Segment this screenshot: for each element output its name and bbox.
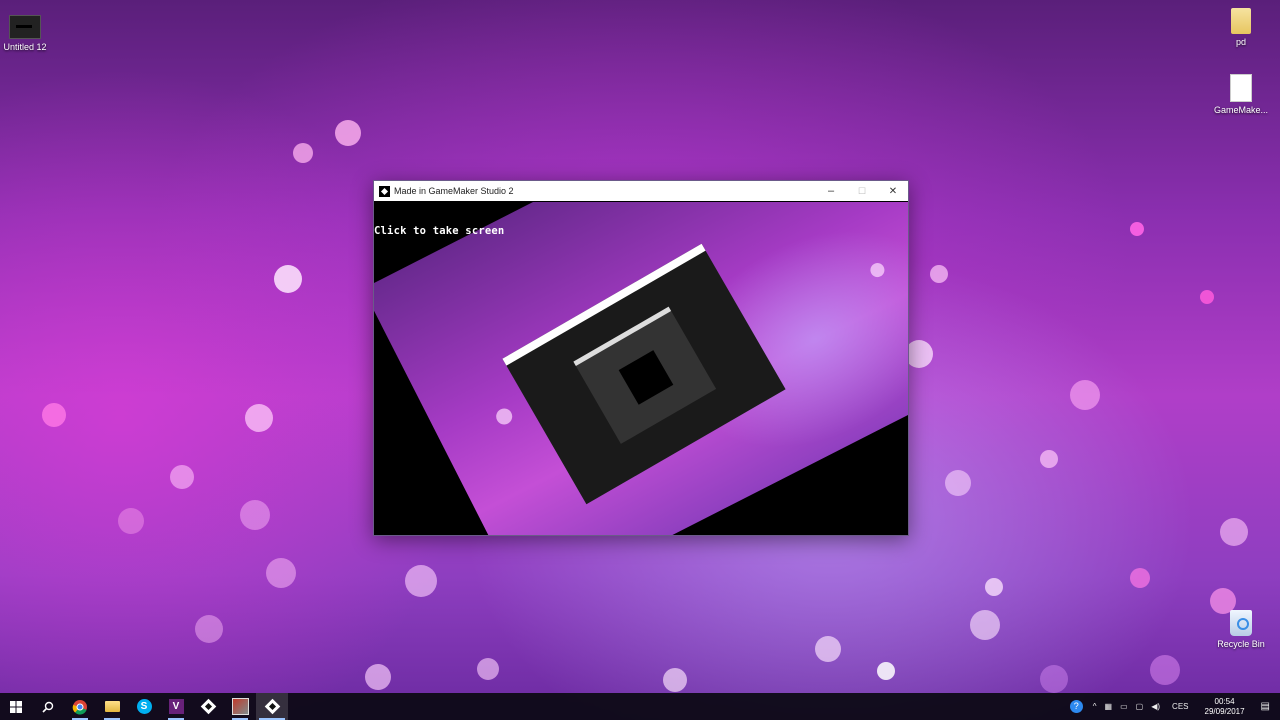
clock-date: 29/09/2017	[1204, 706, 1245, 716]
folder-icon	[1231, 8, 1251, 34]
clock[interactable]: 00:54 29/09/2017	[1197, 697, 1253, 717]
taskbar: S V ? ^ ▦ ▭ ▢ ◀) CES 00:54 29/09/2017 ▤	[0, 693, 1280, 720]
desktop-icon-untitled-12[interactable]: Untitled 12	[0, 15, 53, 52]
close-button[interactable]: ✕	[878, 181, 908, 201]
desktop-icon-label: pd	[1235, 37, 1246, 47]
system-tray: ? ^ ▦ ▭ ▢ ◀) CES 00:54 29/09/2017 ▤	[1069, 693, 1280, 720]
taskbar-gamemaker[interactable]	[192, 693, 224, 720]
document-icon	[1230, 74, 1252, 102]
taskbar-skype[interactable]: S	[128, 693, 160, 720]
desktop-icon-recycle-bin[interactable]: Recycle Bin	[1213, 610, 1269, 649]
clock-time: 00:54	[1214, 696, 1235, 706]
search-icon	[42, 701, 54, 713]
window-titlebar[interactable]: Made in GameMaker Studio 2 – ☐ ✕	[374, 181, 908, 201]
taskbar-image-app[interactable]	[224, 693, 256, 720]
desktop-icon-label: GameMake...	[1213, 105, 1269, 115]
recycle-bin-icon	[1230, 610, 1252, 636]
image-app-icon	[231, 698, 249, 715]
desktop-icon-gamemaker-file[interactable]: GameMake...	[1213, 74, 1269, 115]
gamemaker-window[interactable]: Made in GameMaker Studio 2 – ☐ ✕ Click t…	[373, 180, 909, 536]
taskbar-visual-studio[interactable]: V	[160, 693, 192, 720]
maximize-button[interactable]: ☐	[847, 181, 877, 201]
taskbar-file-explorer[interactable]	[96, 693, 128, 720]
click-to-take-screen-text: Click to take screen	[374, 225, 505, 237]
language-indicator[interactable]: CES	[1164, 702, 1196, 711]
battery-tray-icon[interactable]: ▭	[1116, 702, 1132, 711]
start-button[interactable]	[0, 693, 32, 720]
display-tray-icon[interactable]: ▢	[1132, 702, 1148, 711]
search-button[interactable]	[32, 693, 64, 720]
taskbar-gamemaker-runner[interactable]	[256, 693, 288, 720]
volume-icon[interactable]: ◀)	[1147, 702, 1164, 711]
desktop-icon-label: Untitled 12	[3, 42, 47, 52]
desktop-icon-label: Recycle Bin	[1217, 639, 1265, 649]
taskbar-chrome[interactable]	[64, 693, 96, 720]
gamemaker-icon	[379, 185, 390, 197]
notifications-icon[interactable]: ▤	[1253, 701, 1280, 712]
chevron-up-icon[interactable]: ^	[1089, 702, 1101, 711]
help-icon[interactable]: ?	[1069, 700, 1083, 713]
windows-start-icon	[10, 700, 22, 713]
minimize-button[interactable]: –	[816, 181, 846, 201]
gamemaker-icon	[200, 698, 216, 715]
gamemaker-icon	[264, 698, 280, 715]
window-title: Made in GameMaker Studio 2	[394, 186, 514, 196]
video-file-icon	[9, 15, 41, 39]
desktop-icon-pd[interactable]: pd	[1213, 8, 1269, 47]
folder-icon	[104, 701, 120, 712]
game-canvas[interactable]: Click to take screen	[374, 202, 908, 535]
visual-studio-icon: V	[168, 699, 184, 714]
chrome-icon	[72, 699, 87, 715]
skype-icon: S	[136, 699, 152, 714]
network-tray-icon[interactable]: ▦	[1101, 702, 1117, 711]
